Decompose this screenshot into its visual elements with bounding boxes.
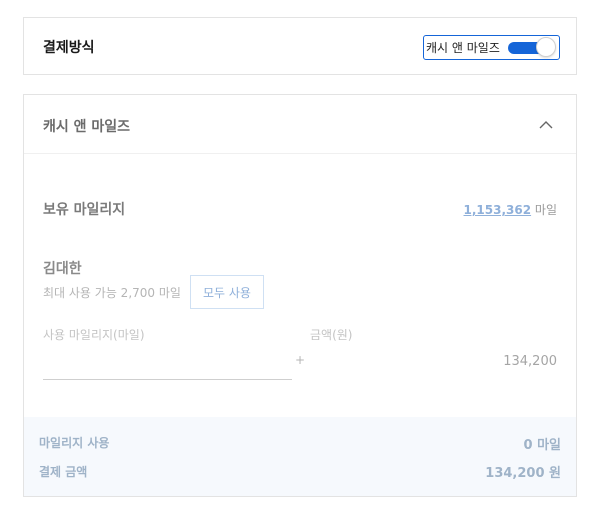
payment-method-title: 결제방식 xyxy=(43,40,95,56)
toggle-switch[interactable] xyxy=(508,37,556,57)
use-all-button[interactable]: 모두 사용 xyxy=(190,275,264,309)
mileage-input-label: 사용 마일리지(마일) xyxy=(43,328,145,342)
payment-total-label: 결제 금액 xyxy=(39,465,88,479)
panel-header[interactable]: 캐시 앤 마일즈 xyxy=(24,95,576,154)
mileage-balance: 1,153,362 마일 xyxy=(464,201,558,218)
plus-sign: + xyxy=(295,353,306,367)
mileage-balance-link[interactable]: 1,153,362 xyxy=(464,203,532,217)
cash-and-miles-toggle-label: 캐시 앤 마일즈 xyxy=(426,41,500,55)
cash-and-miles-toggle[interactable]: 캐시 앤 마일즈 xyxy=(423,35,560,60)
payment-method-card: 결제방식 캐시 앤 마일즈 xyxy=(23,17,577,75)
mileage-balance-label: 보유 마일리지 xyxy=(43,202,126,218)
payment-summary: 마일리지 사용 0 마일 결제 금액 134,200 원 xyxy=(24,417,576,496)
max-usable-mileage: 최대 사용 가능 2,700 마일 xyxy=(43,286,181,300)
mileage-input[interactable] xyxy=(43,350,292,380)
chevron-up-icon[interactable] xyxy=(538,117,554,133)
payment-total-value: 134,200 원 xyxy=(485,466,561,481)
member-name: 김대한 xyxy=(43,261,82,277)
mileage-balance-unit: 마일 xyxy=(534,203,557,217)
toggle-switch-knob xyxy=(536,37,556,57)
cash-and-miles-panel: 캐시 앤 마일즈 보유 마일리지 1,153,362 마일 김대한 최대 사용 … xyxy=(23,94,577,497)
amount-label: 금액(원) xyxy=(310,328,353,342)
mileage-usage-label: 마일리지 사용 xyxy=(39,436,110,450)
amount-value: 134,200 xyxy=(503,354,557,369)
mileage-usage-value: 0 마일 xyxy=(523,438,562,453)
panel-title: 캐시 앤 마일즈 xyxy=(43,119,131,135)
